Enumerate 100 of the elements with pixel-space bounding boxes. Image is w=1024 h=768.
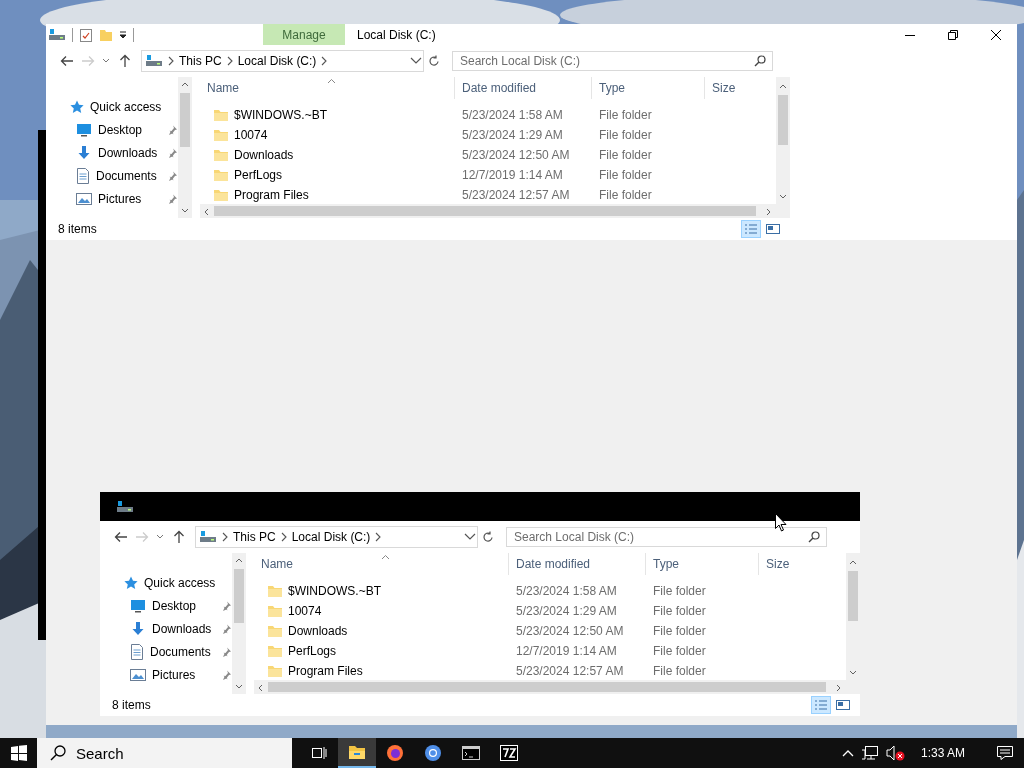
details-view-icon [813,698,829,712]
chevron-icon [320,56,329,66]
chevron-icon [225,56,234,66]
date-cell-text: 5/23/2024 12:57 AM [461,188,571,202]
chevron-icon [279,532,288,542]
search-field[interactable]: Search Local Disk (C:) [506,527,827,547]
file-name[interactable]: Program Files [288,664,363,678]
scroll-left-icon[interactable] [257,684,263,692]
sidebar-scrollbar[interactable] [178,77,192,218]
scroll-down-icon[interactable] [779,194,787,200]
file-name[interactable]: Program Files [234,188,309,202]
column-header[interactable]: Type [592,77,705,99]
folder-icon [267,623,283,639]
navigation-item[interactable]: Pictures [122,663,232,686]
file-name[interactable]: Downloads [234,148,294,162]
new-folder-icon [99,27,113,42]
dropdown-icon [409,56,423,66]
column-header[interactable]: Date modified [455,77,592,99]
address-bar[interactable]: This PC Local Disk (C:) [141,50,424,72]
forward-arrow-icon [134,531,149,543]
folder-icon [213,127,229,143]
address-bar[interactable]: This PC Local Disk (C:) [195,526,478,548]
scroll-up-icon[interactable] [779,83,787,89]
date-cell-text: 5/23/2024 12:50 AM [461,148,571,162]
file-name[interactable]: 10074 [288,604,322,618]
file-name[interactable]: PerfLogs [234,168,283,182]
navigation-item[interactable]: Documents [122,640,232,663]
file-name[interactable]: Downloads [288,624,348,638]
star-icon [70,99,84,114]
column-header[interactable]: Name [254,553,509,575]
scroll-right-icon[interactable] [766,208,772,216]
search-field[interactable]: Search Local Disk (C:) [452,51,773,71]
large-icons-view-icon [836,699,850,711]
scroll-down-icon[interactable] [181,208,189,214]
taskbar-app[interactable] [338,738,376,768]
forward-arrow-icon [80,55,95,67]
large-icons-view-button[interactable] [834,697,852,713]
search-icon [50,745,66,761]
file-list-scrollbar[interactable] [776,77,790,204]
navigation-item[interactable]: Downloads [68,141,178,164]
breadcrumb-item[interactable]: Local Disk (C:) [291,530,371,544]
type-cell-text: File folder [652,664,707,678]
taskbar-search-field[interactable]: Search [37,738,292,768]
scroll-up-icon[interactable] [849,559,857,565]
navigation-item[interactable]: Desktop [68,118,178,141]
folder-icon [213,147,229,163]
type-cell-text: File folder [652,584,707,598]
refresh-icon [428,55,440,67]
column-header[interactable]: Date modified [509,553,646,575]
navigation-item[interactable]: Pictures [68,187,178,210]
drive-icon [145,54,163,68]
drive-icon [48,27,66,42]
navigation-item[interactable]: Desktop [122,594,232,617]
type-cell-text: File folder [598,128,653,142]
back-arrow-icon [59,55,74,67]
file-name[interactable]: $WINDOWS.~BT [234,108,327,122]
column-header[interactable]: Name [200,77,455,99]
notification-icon [997,745,1013,761]
date-cell-text: 5/23/2024 1:58 AM [515,584,618,598]
navigation-item[interactable]: Downloads [122,617,232,640]
scroll-up-icon[interactable] [235,557,243,563]
horizontal-scrollbar[interactable] [200,204,790,218]
breadcrumb-item[interactable]: Local Disk (C:) [237,54,317,68]
file-name[interactable]: 10074 [234,128,268,142]
scroll-down-icon[interactable] [849,670,857,676]
folder-icon [213,167,229,183]
large-icons-view-icon [766,223,780,235]
folder-icon [348,744,366,760]
date-cell-text: 12/7/2019 1:14 AM [461,168,564,182]
navigation-item[interactable]: Quick access [68,95,178,118]
scroll-down-icon[interactable] [235,684,243,690]
type-cell-text: File folder [652,644,707,658]
horizontal-scrollbar[interactable] [254,680,860,694]
scroll-up-icon[interactable] [181,81,189,87]
chevron-icon [167,56,175,66]
close-icon [990,29,1001,40]
breadcrumb-item[interactable]: This PC [179,54,222,68]
column-header[interactable]: Size [759,553,846,575]
scroll-right-icon[interactable] [836,684,842,692]
up-arrow-icon [118,54,131,68]
column-header[interactable]: Size [705,77,776,99]
scroll-left-icon[interactable] [203,208,209,216]
breadcrumb-item[interactable]: This PC [233,530,276,544]
large-icons-view-button[interactable] [764,221,782,237]
dropdown-icon [463,532,477,542]
file-name[interactable]: $WINDOWS.~BT [288,584,381,598]
manage-tab[interactable]: Manage [263,24,345,45]
details-view-icon [743,222,759,236]
navigation-item[interactable]: Documents [68,164,178,187]
file-name[interactable]: PerfLogs [288,644,337,658]
folder-icon [267,583,283,599]
sidebar-scrollbar[interactable] [232,553,246,694]
window-title: Local Disk (C:) [357,27,437,42]
folder-icon [213,107,229,123]
date-cell-text: 5/23/2024 1:58 AM [461,108,564,122]
caret-icon [102,58,110,64]
column-header[interactable]: Type [646,553,759,575]
chrome-icon [424,744,442,762]
sort-caret-icon [381,554,390,560]
navigation-item[interactable]: Quick access [122,571,232,594]
